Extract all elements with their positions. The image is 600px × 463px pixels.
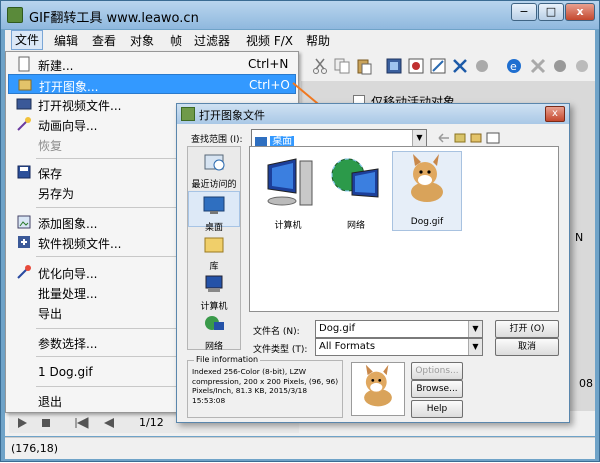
app-window: GIF翻转工具 www.leawo.cn − □ x 文件 编辑 查看 对象 帧…	[0, 0, 600, 462]
filetype-select[interactable]: All Formats ▼	[315, 338, 483, 356]
desktop-icon	[255, 136, 267, 146]
place-library[interactable]: 库	[188, 231, 240, 272]
dog-preview-icon	[364, 364, 392, 407]
chevron-down-icon[interactable]: ▼	[468, 321, 482, 337]
dialog-close-button[interactable]: x	[545, 106, 565, 122]
filename-value: Dog.gif	[319, 323, 355, 334]
dog-thumbnail-icon	[411, 154, 443, 202]
file-item-dog-gif[interactable]: Dog.gif	[392, 151, 462, 231]
back-icon[interactable]	[438, 133, 449, 143]
view-menu-icon[interactable]	[486, 132, 500, 144]
place-computer[interactable]: 计算机	[188, 271, 240, 312]
filename-input[interactable]: Dog.gif ▼	[315, 320, 483, 338]
dialog-app-icon	[181, 107, 195, 121]
place-network[interactable]: 网络	[188, 311, 240, 352]
computer-icon	[267, 158, 313, 206]
browse-button[interactable]: Browse...	[411, 380, 463, 398]
place-desktop[interactable]: 桌面	[188, 191, 240, 233]
cancel-button[interactable]: 取消	[495, 338, 559, 356]
places-bar: 最近访问的位置 桌面 库 计算机 网络	[187, 146, 241, 352]
file-item-computer[interactable]: 计算机	[256, 153, 320, 231]
computer-place-icon	[205, 275, 223, 292]
file-list: 计算机 网络 Dog.gif	[249, 146, 559, 312]
look-in-combo[interactable]: 桌面 ▼	[251, 129, 427, 147]
help-button[interactable]: Help	[411, 400, 463, 418]
chevron-down-icon[interactable]: ▼	[468, 339, 482, 355]
look-in-label: 查找范围 (I):	[191, 135, 243, 145]
file-item-network[interactable]: 网络	[324, 153, 388, 231]
library-icon	[204, 237, 224, 253]
up-folder-icon[interactable]	[454, 133, 466, 143]
new-folder-icon[interactable]	[470, 133, 482, 143]
filetype-label: 文件类型 (T):	[253, 345, 308, 355]
network-place-icon	[205, 316, 224, 330]
image-preview	[351, 362, 405, 416]
file-info-text: Indexed 256-Color (8-bit), LZW compressi…	[192, 367, 339, 405]
options-button[interactable]: Options...	[411, 362, 463, 380]
place-recent[interactable]: 最近访问的位置	[188, 149, 240, 203]
chevron-down-icon[interactable]: ▼	[412, 130, 426, 146]
network-icon	[331, 158, 379, 198]
filetype-value: All Formats	[319, 341, 376, 352]
open-button[interactable]: 打开 (O)	[495, 320, 559, 338]
file-info-legend: File information	[194, 355, 261, 364]
desktop-place-icon	[203, 196, 225, 214]
recent-places-icon	[204, 154, 225, 171]
dialog-title: 打开图象文件	[199, 109, 265, 122]
nav-toolbar	[438, 132, 500, 144]
open-image-dialog: 打开图象文件 x 查找范围 (I): 桌面 ▼ 最近访问的位置 桌面	[176, 103, 570, 423]
file-info-group: File information Indexed 256-Color (8-bi…	[187, 355, 343, 418]
filename-label: 文件名 (N):	[253, 327, 300, 337]
dialog-title-bar: 打开图象文件 x	[177, 104, 569, 124]
